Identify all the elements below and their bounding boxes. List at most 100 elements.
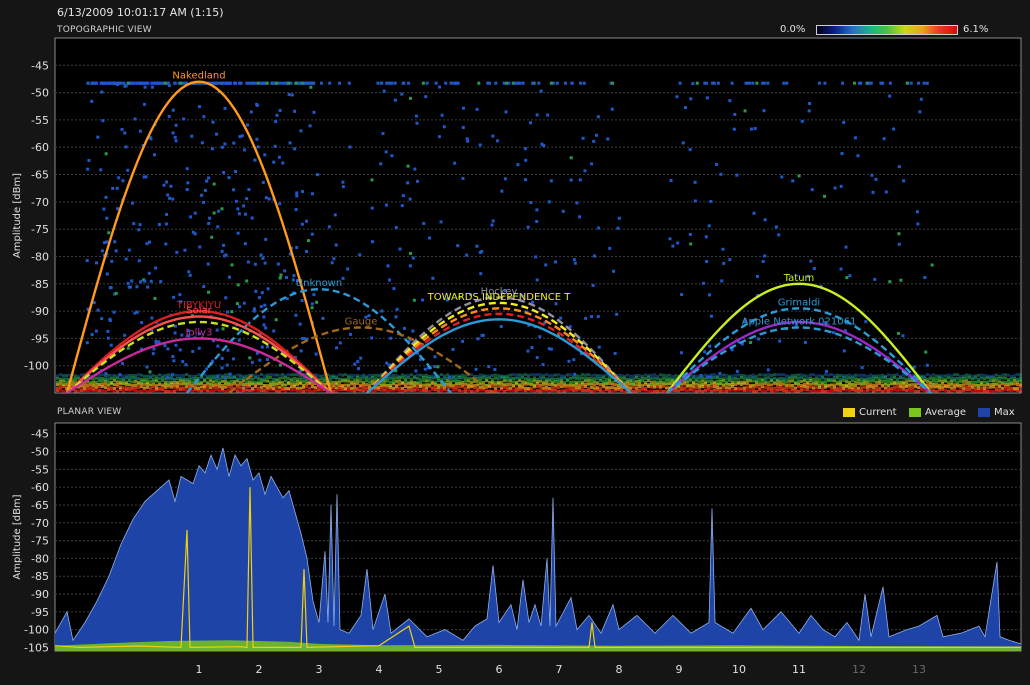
topo-density-dot	[275, 113, 279, 117]
network-label-4: Solar	[186, 306, 212, 317]
topo-density-cell	[557, 379, 560, 383]
topo-density-dot	[487, 365, 491, 369]
topo-density-cell	[431, 386, 434, 390]
topo-density-cell	[710, 389, 713, 393]
topo-density-dot	[436, 365, 440, 369]
topo-density-cell	[767, 380, 770, 384]
topo-density-cell	[416, 373, 419, 377]
topo-density-cell	[362, 386, 365, 390]
topo-density-cell	[716, 374, 719, 378]
topo-density-dot	[528, 121, 532, 125]
topo-density-cell	[122, 389, 125, 393]
topo-density-cell	[644, 373, 647, 377]
topo-density-cell	[689, 388, 692, 392]
topo-density-dot	[897, 242, 901, 246]
topo-density-cell	[584, 373, 587, 377]
topo-density-dot	[146, 285, 150, 289]
topo-density-dot	[124, 257, 128, 261]
topo-density-dot	[555, 81, 559, 85]
topo-density-dot	[916, 81, 920, 85]
topo-density-cell	[830, 373, 833, 377]
topo-density-cell	[971, 374, 974, 378]
topo-density-cell	[878, 377, 881, 381]
topo-density-dot	[148, 240, 152, 244]
topo-density-cell	[824, 383, 827, 387]
topo-density-cell	[512, 380, 515, 384]
topo-density-dot	[121, 361, 125, 365]
topo-density-cell	[278, 377, 281, 381]
topo-density-dot	[230, 310, 234, 314]
topo-density-cell	[797, 385, 800, 389]
topo-density-cell	[62, 383, 65, 387]
topo-density-cell	[1010, 380, 1013, 384]
topo-density-cell	[95, 385, 98, 389]
topo-density-cell	[413, 374, 416, 378]
topo-density-cell	[734, 376, 737, 380]
topo-density-dot	[414, 114, 418, 118]
topo-density-cell	[911, 383, 914, 387]
topo-density-dot	[223, 376, 227, 380]
topo-density-dot	[349, 332, 353, 336]
topo-density-cell	[773, 386, 776, 390]
topo-density-cell	[887, 383, 890, 387]
topo-density-cell	[1007, 377, 1010, 381]
topo-density-cell	[851, 386, 854, 390]
topo-density-cell	[419, 373, 422, 377]
topo-density-cell	[464, 389, 467, 393]
topo-density-cell	[293, 383, 296, 387]
topo-density-cell	[503, 379, 506, 383]
topo-density-cell	[215, 388, 218, 392]
topo-density-dot	[309, 85, 313, 89]
topo-density-cell	[155, 374, 158, 378]
topo-density-cell	[851, 379, 854, 383]
topo-density-cell	[869, 379, 872, 383]
topo-density-cell	[977, 383, 980, 387]
topo-density-dot	[144, 175, 148, 179]
topo-density-cell	[275, 389, 278, 393]
topo-density-dot	[833, 186, 837, 190]
topo-density-cell	[347, 374, 350, 378]
topo-density-cell	[401, 373, 404, 377]
topo-density-cell	[860, 386, 863, 390]
topo-density-cell	[503, 383, 506, 387]
topo-density-cell	[554, 388, 557, 392]
topo-density-cell	[758, 386, 761, 390]
topo-density-cell	[833, 374, 836, 378]
topo-density-cell	[575, 380, 578, 384]
topo-density-cell	[464, 374, 467, 378]
topo-density-dot	[719, 172, 723, 176]
topo-density-cell	[407, 380, 410, 384]
topo-density-cell	[353, 377, 356, 381]
topo-density-cell	[401, 389, 404, 393]
topo-density-dot	[596, 115, 600, 119]
topo-density-cell	[140, 385, 143, 389]
topo-density-dot	[332, 257, 336, 261]
topo-density-dot	[168, 196, 172, 200]
topo-density-cell	[647, 383, 650, 387]
topo-density-cell	[560, 379, 563, 383]
topo-density-cell	[467, 388, 470, 392]
topo-density-dot	[262, 323, 266, 327]
topo-density-dot	[442, 125, 446, 129]
topo-density-dot	[617, 216, 621, 220]
topo-density-cell	[536, 389, 539, 393]
topo-density-dot	[253, 158, 257, 162]
topo-density-dot	[845, 276, 849, 280]
topo-density-cell	[248, 383, 251, 387]
topo-density-cell	[827, 377, 830, 381]
topo-density-cell	[983, 380, 986, 384]
topo-density-dot	[182, 117, 186, 121]
topo-density-cell	[401, 380, 404, 384]
topo-density-cell	[521, 383, 524, 387]
topo-density-cell	[593, 377, 596, 381]
topo-density-cell	[809, 385, 812, 389]
topo-density-cell	[344, 383, 347, 387]
topo-density-dot	[283, 269, 287, 273]
topo-density-cell	[335, 374, 338, 378]
topo-density-cell	[977, 386, 980, 390]
topo-density-cell	[986, 386, 989, 390]
topo-density-cell	[320, 374, 323, 378]
topo-density-dot	[153, 296, 157, 300]
topo-density-cell	[632, 385, 635, 389]
topo-density-cell	[530, 373, 533, 377]
